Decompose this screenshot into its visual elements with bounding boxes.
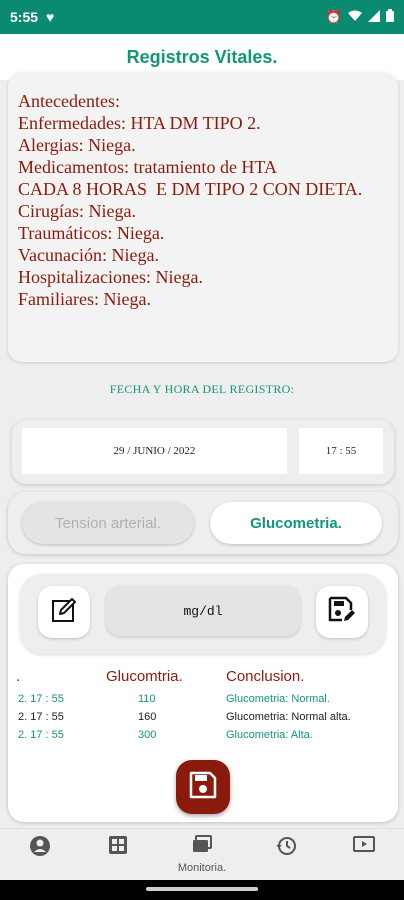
status-time: 5:55: [10, 9, 39, 25]
row-value: 160: [138, 711, 157, 723]
history-line: Antecedentes:: [18, 91, 120, 111]
alarm-icon: ⏰: [325, 9, 342, 24]
row-time: 2. 17 : 55: [18, 729, 64, 741]
row-time: 2. 17 : 55: [18, 693, 64, 705]
nav-item-dashboard[interactable]: [88, 835, 148, 877]
row-conclusion: Glucometria: Alta.: [226, 729, 313, 741]
unit-display[interactable]: mg/dl: [106, 586, 300, 636]
history-icon: [275, 835, 297, 862]
history-line: Enfermedades: HTA DM TIPO 2.: [18, 113, 261, 133]
row-time: 2. 17 : 55: [18, 711, 64, 723]
glucometria-card: mg/dl . Glucomtria. Conclusion. 2. 17 : …: [8, 564, 398, 822]
header-glucometria: Glucomtria.: [106, 668, 183, 685]
table-row[interactable]: 2. 17 : 55 110 Glucometria: Normal.: [8, 693, 398, 711]
row-value: 110: [138, 693, 156, 705]
date-time-row: 29 / JUNIO / 2022 17 : 55: [12, 420, 394, 484]
save-icon: [188, 770, 218, 805]
registro-label: FECHA Y HORA DEL REGISTRO:: [109, 382, 295, 396]
heart-icon: ♥: [46, 9, 55, 25]
signal-icon: [368, 9, 380, 25]
nav-item-monitoria[interactable]: Monitoria.: [172, 835, 232, 877]
history-line: Hospitalizaciones: Niega.: [18, 267, 203, 287]
row-value: 300: [138, 729, 157, 741]
history-line: Vacunación: Niega.: [18, 245, 159, 265]
tab-glucometria[interactable]: Glucometria.: [210, 502, 382, 544]
row-conclusion: Glucometria: Normal.: [226, 693, 330, 705]
home-indicator[interactable]: [146, 887, 258, 891]
medical-history-card: Antecedentes: Enfermedades: HTA DM TIPO …: [8, 72, 398, 362]
history-line: Alergias: Niega.: [18, 135, 136, 155]
header-conclusion: Conclusion.: [226, 668, 305, 685]
history-line: Traumáticos: Niega.: [18, 223, 165, 243]
dashboard-icon: [108, 835, 128, 860]
nav-item-history[interactable]: [256, 835, 316, 877]
save-button[interactable]: [176, 760, 230, 814]
history-line: Familiares: Niega.: [18, 289, 151, 309]
history-line: Cirugías: Niega.: [18, 201, 136, 221]
nav-item-account[interactable]: [10, 835, 70, 877]
header-date: .: [16, 668, 21, 685]
monitor-icon: [191, 835, 213, 860]
history-line: CADA 8 HORAS E DM TIPO 2 CON DIETA.: [18, 179, 363, 199]
history-line: Medicamentos: tratamiento de HTA: [18, 157, 277, 177]
row-conclusion: Glucometria: Normal alta.: [226, 711, 351, 723]
edit-button[interactable]: [38, 586, 90, 638]
date-picker[interactable]: 29 / JUNIO / 2022: [22, 428, 287, 474]
save-edit-button[interactable]: [316, 586, 368, 638]
measure-tabs: Tension arterial. Glucometria.: [8, 492, 398, 554]
save-edit-icon: [326, 594, 358, 631]
tools-bar: mg/dl: [20, 574, 386, 654]
video-icon: [353, 835, 375, 860]
tab-tension-arterial[interactable]: Tension arterial.: [22, 502, 194, 544]
bottom-navigation: Monitoria.: [0, 828, 404, 880]
nav-item-video[interactable]: [334, 835, 394, 877]
table-row[interactable]: 2. 17 : 55 160 Glucometria: Normal alta.: [8, 711, 398, 729]
gesture-bar: [0, 880, 404, 900]
time-picker[interactable]: 17 : 55: [299, 428, 383, 474]
status-bar: 5:55 ♥ ⏰: [0, 0, 404, 34]
wifi-icon: [348, 10, 362, 25]
nav-label-monitoria: Monitoria.: [177, 862, 227, 874]
page-title: Registros Vitales.: [126, 46, 278, 67]
battery-icon: [386, 9, 394, 25]
account-icon: [29, 835, 51, 862]
edit-icon: [49, 595, 79, 630]
table-row[interactable]: 2. 17 : 55 300 Glucometria: Alta.: [8, 729, 398, 747]
